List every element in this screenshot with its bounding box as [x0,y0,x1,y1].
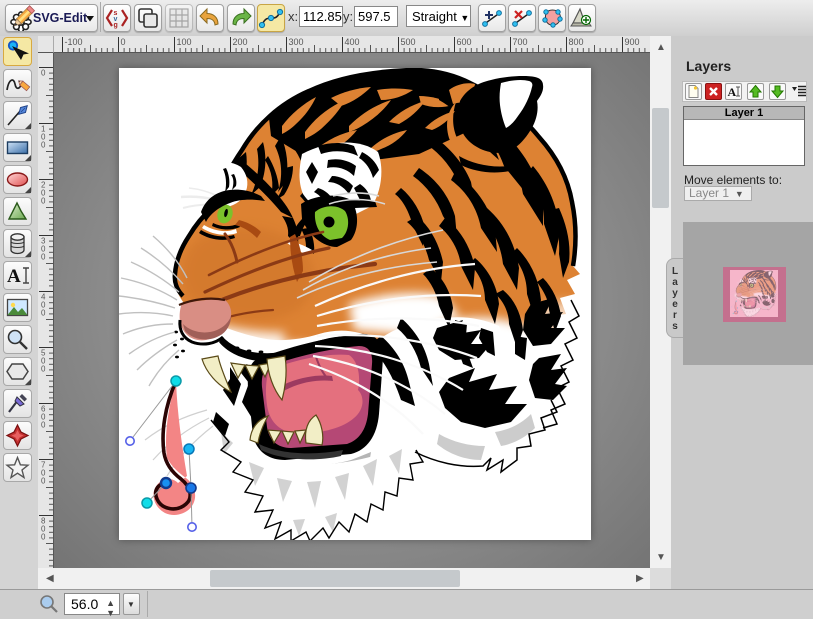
svg-text:SVG-Edit: SVG-Edit [33,11,88,25]
svg-text:800: 800 [569,37,584,47]
svg-text:0: 0 [41,141,46,150]
svg-text:100: 100 [177,37,192,47]
svg-text:0: 0 [41,421,46,430]
svg-text:0: 0 [41,69,46,78]
svg-text:600: 600 [457,37,472,47]
svg-text:-100: -100 [65,37,83,47]
svg-text:0: 0 [41,309,46,318]
svg-text:0: 0 [41,477,46,486]
svg-text:500: 500 [401,37,416,47]
svg-text:400: 400 [345,37,360,47]
svg-text:700: 700 [513,37,528,47]
svg-text:0: 0 [41,253,46,262]
svg-text:0: 0 [41,197,46,206]
svg-text:A: A [728,85,737,99]
svg-text:0: 0 [41,533,46,542]
svg-text:0: 0 [41,365,46,374]
svg-text:g: g [114,22,118,29]
svg-text:A: A [7,266,21,287]
svg-text:0: 0 [121,37,126,47]
svg-text:300: 300 [289,37,304,47]
svg-text:900: 900 [625,37,640,47]
svg-text:200: 200 [233,37,248,47]
